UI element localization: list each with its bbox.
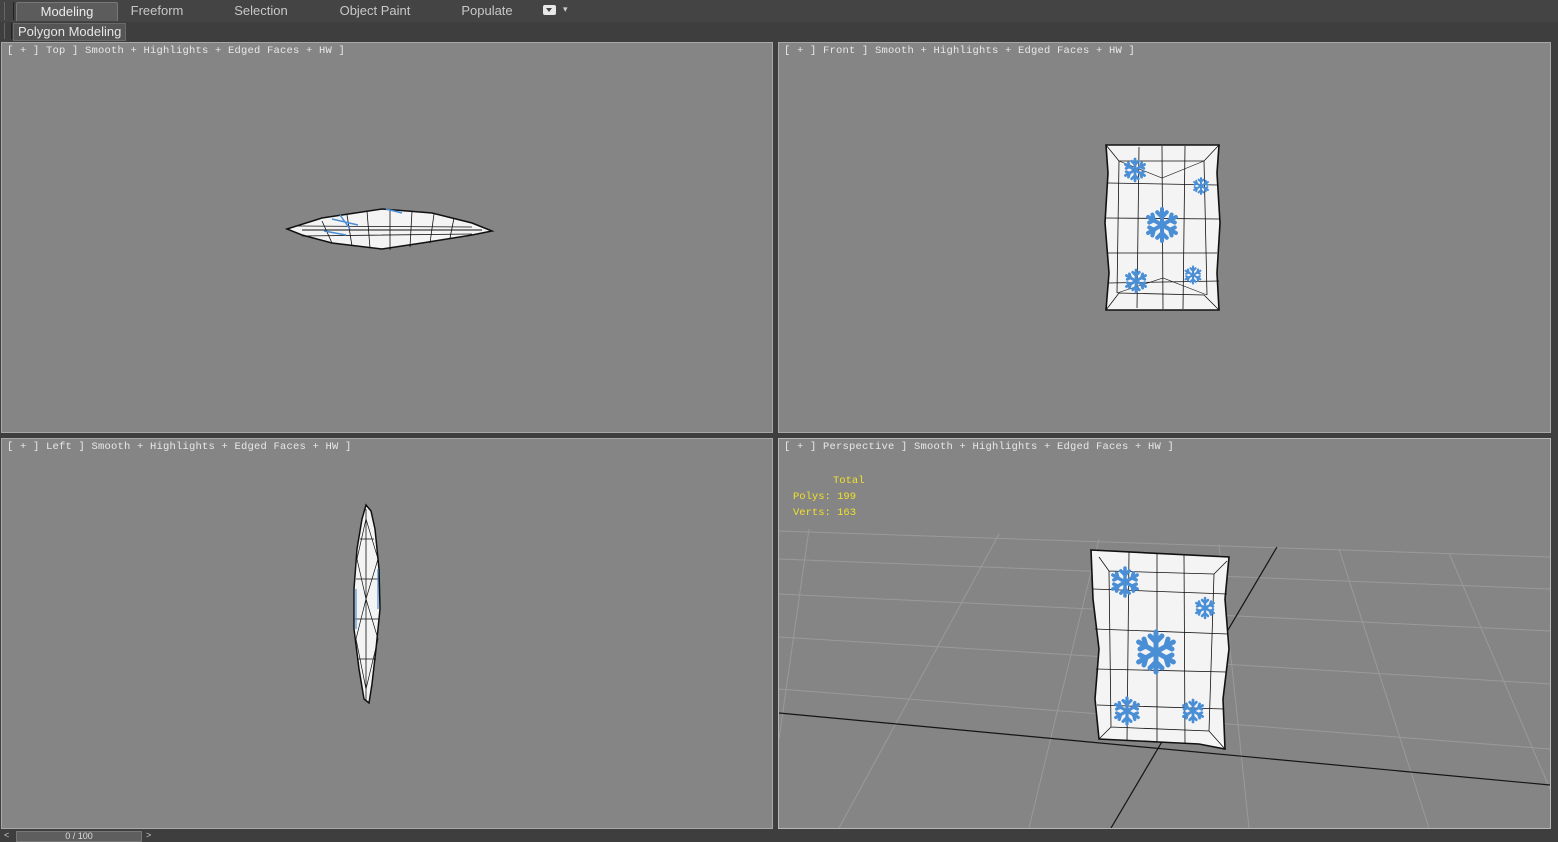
ribbon-minimize-toggle-icon[interactable]: [543, 5, 556, 15]
polygon-modeling-panel-button[interactable]: Polygon Modeling: [13, 23, 127, 41]
timeline-bar: [0, 830, 1558, 840]
timeslider-prev-icon[interactable]: <: [4, 831, 16, 840]
panel-grip-handle[interactable]: [4, 23, 12, 39]
viewport-front[interactable]: [ + ] Front ] Smooth + Highlights + Edge…: [778, 42, 1551, 433]
timeslider-next-icon[interactable]: >: [146, 831, 158, 840]
time-slider[interactable]: 0 / 100: [16, 831, 142, 842]
tab-selection[interactable]: Selection: [224, 2, 298, 20]
ribbon-tab-bar: Modeling Freeform Selection Object Paint…: [0, 0, 1558, 23]
perspective-view-scene: [779, 528, 1550, 828]
tab-modeling[interactable]: Modeling: [16, 2, 118, 21]
viewport-perspective[interactable]: [ + ] Perspective ] Smooth + Highlights …: [778, 438, 1551, 829]
left-view-pillow-mesh: [353, 503, 381, 705]
ribbon-dropdown-arrow-icon[interactable]: ▾: [563, 4, 568, 15]
viewport-left[interactable]: [ + ] Left ] Smooth + Highlights + Edged…: [1, 438, 773, 829]
viewport-side-strip: [1552, 42, 1558, 832]
ribbon-panel-bar: Polygon Modeling: [0, 22, 1558, 41]
front-view-pillow-mesh: [1104, 144, 1221, 311]
tab-populate[interactable]: Populate: [452, 2, 522, 20]
toolbar-grip-handle[interactable]: [4, 2, 14, 20]
tab-object-paint[interactable]: Object Paint: [330, 2, 420, 20]
top-view-pillow-mesh: [284, 208, 495, 250]
viewport-top[interactable]: [ + ] Top ] Smooth + Highlights + Edged …: [1, 42, 773, 433]
tab-freeform[interactable]: Freeform: [120, 2, 194, 20]
